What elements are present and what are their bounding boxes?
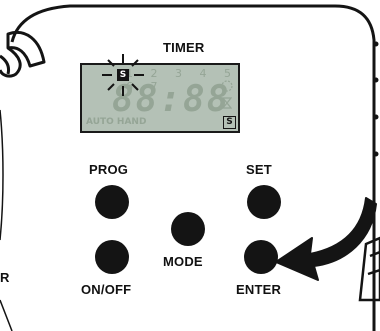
side-graphic [358,236,380,302]
set-button[interactable] [247,185,281,219]
enter-button[interactable] [244,240,278,274]
prog-button[interactable] [95,185,129,219]
enter-label: ENTER [236,282,282,297]
onoff-button[interactable] [95,240,129,274]
prog-label: PROG [89,162,129,177]
edge-letter: R [0,270,10,285]
onoff-label: ON/OFF [81,282,132,297]
mode-label: MODE [163,254,203,269]
timer-title: TIMER [163,40,205,55]
lcd-mode-indicators: AUTO HAND [86,117,147,127]
arrow-to-enter [275,197,377,281]
set-label: SET [246,162,272,177]
lcd-clock-icon [221,80,233,92]
mode-button[interactable] [171,212,205,246]
blinking-s-indicator: S [117,69,129,81]
lcd-hourglass-icon [222,97,232,109]
lcd-s-box: S [223,116,236,129]
bell-icon [0,31,46,78]
